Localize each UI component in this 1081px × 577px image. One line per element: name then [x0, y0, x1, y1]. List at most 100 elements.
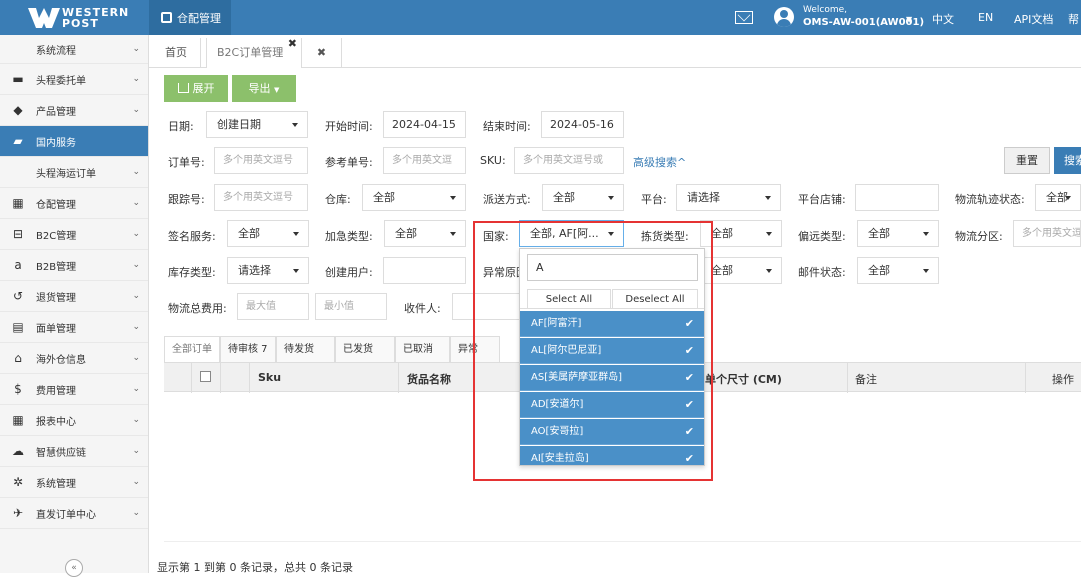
check-icon: ✔ — [684, 371, 694, 384]
tab-b2c-orders[interactable]: B2C订单管理 ✖ — [206, 37, 302, 68]
sidebar-item[interactable]: ⊟ B2C管理 ⌄ — [0, 219, 148, 250]
fee-max-input[interactable]: 最大值 — [237, 293, 309, 320]
status-tab[interactable]: 已取消 13 — [395, 336, 450, 381]
sku-input[interactable]: 多个用英文逗号或 — [514, 147, 624, 174]
sidebar-menu: 系统流程 ⌄ ▬ 头程委托单 ⌄ ◆ 产品管理 ⌄ ▰ 国内服务 头程海运订单 ⌄ ▦ 仓配管理 ⌄ ⊟ B2C… — [0, 35, 148, 529]
status-tab[interactable]: 待审核 7 — [220, 336, 276, 362]
country-option[interactable]: AF[阿富汗] ✔ — [520, 311, 704, 337]
country-search-input[interactable]: A — [527, 254, 698, 281]
caret-down-icon: ▼ — [274, 86, 280, 94]
api-doc-link[interactable]: API文档 — [1014, 11, 1053, 27]
tracking-input[interactable]: 多个用英文逗号 — [214, 184, 308, 211]
select-all-checkbox[interactable] — [200, 371, 211, 382]
collapse-sidebar-icon[interactable]: « — [65, 559, 83, 577]
stock-type-select[interactable]: 请选择 — [227, 257, 309, 284]
sidebar-item[interactable]: ◆ 产品管理 ⌄ — [0, 95, 148, 126]
sidebar-item-label: 退货管理 — [36, 292, 76, 304]
folder-icon: ▰ — [13, 134, 23, 148]
country-option-label: AL[阿尔巴尼亚] — [531, 345, 602, 356]
sidebar-item[interactable]: ✲ 系统管理 ⌄ — [0, 467, 148, 498]
document-icon: ▤ — [12, 320, 24, 334]
sidebar-item[interactable]: ▤ 面单管理 ⌄ — [0, 312, 148, 343]
country-select[interactable]: 全部, AF[阿... — [519, 220, 624, 247]
page-tabs: 首页 B2C订单管理 ✖ ✖ — [149, 37, 1081, 68]
status-tab[interactable]: 异常 19 — [450, 336, 500, 381]
urgent-select[interactable]: 全部 — [384, 220, 466, 247]
sidebar-item[interactable]: ✈ 直发订单中心 ⌄ — [0, 498, 148, 529]
close-all-tabs-icon[interactable]: ✖ — [302, 38, 342, 68]
ref-no-input[interactable]: 多个用英文逗 — [383, 147, 466, 174]
pick-type-select[interactable]: 全部 — [700, 220, 782, 247]
receiver-input[interactable] — [452, 293, 520, 320]
expand-button[interactable]: 展开 — [164, 75, 228, 102]
tracking-label: 跟踪号: — [168, 193, 205, 206]
sidebar-item[interactable]: ⌂ 海外仓信息 ⌄ — [0, 343, 148, 374]
reset-button[interactable]: 重置 — [1004, 147, 1050, 174]
flow-icon — [12, 43, 24, 55]
warehouse-select[interactable]: 全部 — [362, 184, 466, 211]
caret-down-icon[interactable]: ▼ — [906, 15, 912, 24]
store-input[interactable] — [855, 184, 939, 211]
delivery-label: 派送方式: — [483, 193, 531, 206]
plane-icon: ✈ — [12, 506, 24, 520]
sidebar-item[interactable]: 头程海运订单 ⌄ — [0, 157, 148, 188]
status-tab[interactable]: 已发货 64 — [335, 336, 395, 381]
sign-service-select[interactable]: 全部 — [227, 220, 309, 247]
sidebar-item[interactable]: $ 费用管理 ⌄ — [0, 374, 148, 405]
select-all-button[interactable]: Select All — [527, 289, 611, 309]
delivery-select[interactable]: 全部 — [542, 184, 624, 211]
advanced-search-link[interactable]: 高级搜索^ — [633, 154, 686, 170]
date-type-select[interactable]: 创建日期 — [206, 111, 308, 138]
mail-icon[interactable] — [735, 11, 753, 24]
country-option-label: AF[阿富汗] — [531, 318, 582, 329]
sidebar-item[interactable]: 系统流程 ⌄ — [0, 35, 148, 64]
col-remark[interactable]: 备注 — [855, 371, 877, 387]
search-button[interactable]: 搜索 — [1054, 147, 1081, 174]
status-tab[interactable]: 待发货 89 — [276, 336, 335, 381]
sidebar-item[interactable]: ↺ 退货管理 ⌄ — [0, 281, 148, 312]
start-time-input[interactable]: 2024-04-15 — [383, 111, 466, 138]
lang-en-link[interactable]: EN — [978, 11, 993, 24]
zone-input[interactable]: 多个用英文逗 — [1013, 220, 1081, 247]
avatar[interactable] — [774, 7, 794, 27]
creator-input[interactable] — [383, 257, 466, 284]
close-tab-icon[interactable]: ✖ — [288, 29, 297, 59]
status-tab[interactable]: 全部订单 — [164, 336, 220, 362]
export-button[interactable]: 导出 ▼ — [232, 75, 296, 102]
platform-select[interactable]: 请选择 — [676, 184, 781, 211]
track-status-select[interactable]: 全部 — [1035, 184, 1081, 211]
col-sku[interactable]: Sku — [258, 371, 281, 384]
fee-min-input[interactable]: 最小值 — [315, 293, 387, 320]
country-option[interactable]: AO[安哥拉] ✔ — [520, 419, 704, 445]
sidebar-item[interactable]: a B2B管理 ⌄ — [0, 250, 148, 281]
exception-select[interactable]: 全部 — [700, 257, 782, 284]
amazon-icon: a — [14, 258, 22, 272]
col-actions[interactable]: 操作 — [1052, 371, 1074, 387]
col-goods-name[interactable]: 货品名称 — [407, 371, 451, 387]
country-option-label: AD[安道尔] — [531, 399, 584, 410]
col-unit-size[interactable]: 单个尺寸 (CM) — [705, 371, 782, 387]
brand-logo[interactable]: WESTERN POST — [0, 0, 149, 35]
order-no-input[interactable]: 多个用英文逗号 — [214, 147, 308, 174]
help-link[interactable]: 帮 — [1068, 11, 1079, 27]
gear-icon: ✲ — [12, 475, 24, 489]
sidebar-item[interactable]: ▦ 仓配管理 ⌄ — [0, 188, 148, 219]
undo-icon: ↺ — [12, 289, 24, 303]
country-option[interactable]: AS[美属萨摩亚群岛] ✔ — [520, 365, 704, 391]
sidebar-item[interactable]: ▦ 报表中心 ⌄ — [0, 405, 148, 436]
country-option[interactable]: AI[安圭拉岛] ✔ — [520, 446, 704, 465]
deselect-all-button[interactable]: Deselect All — [612, 289, 698, 309]
dollar-icon: $ — [14, 382, 22, 396]
sidebar-item[interactable]: ▰ 国内服务 — [0, 126, 148, 157]
mail-status-select[interactable]: 全部 — [857, 257, 939, 284]
end-time-input[interactable]: 2024-05-16 — [541, 111, 624, 138]
sidebar-item[interactable]: ▬ 头程委托单 ⌄ — [0, 64, 148, 95]
sidebar-item[interactable]: ☁ 智慧供应链 ⌄ — [0, 436, 148, 467]
remote-type-select[interactable]: 全部 — [857, 220, 939, 247]
country-option[interactable]: AD[安道尔] ✔ — [520, 392, 704, 418]
tab-home[interactable]: 首页 — [155, 38, 201, 68]
lang-zh-link[interactable]: 中文 — [932, 11, 954, 27]
country-option[interactable]: AL[阿尔巴尼亚] ✔ — [520, 338, 704, 364]
module-switcher[interactable]: 仓配管理 — [149, 0, 231, 35]
chevron-down-icon: ⌄ — [132, 446, 140, 456]
